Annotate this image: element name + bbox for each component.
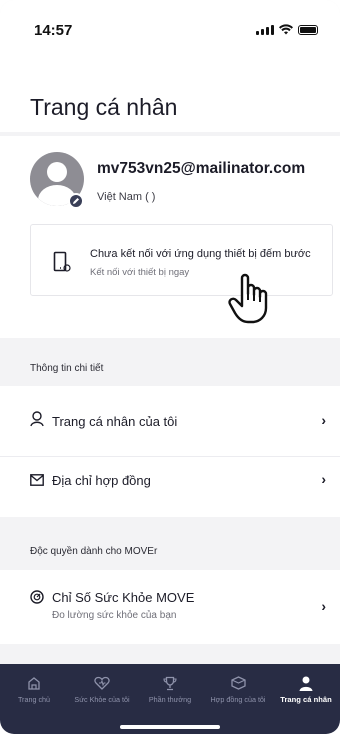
- details-section-label: Thông tin chi tiết: [30, 363, 104, 374]
- row-sublabel: Đo lường sức khỏe của bạn: [52, 610, 177, 621]
- tab-rewards[interactable]: Phần thưởng: [136, 674, 204, 704]
- person-icon: [30, 411, 44, 427]
- status-time: 14:57: [34, 22, 73, 39]
- edit-avatar-icon[interactable]: [68, 193, 84, 209]
- tab-label: Sức Khỏe của tôi: [74, 695, 130, 704]
- tab-label: Trang chủ: [17, 695, 51, 704]
- connect-subtitle: Kết nối với thiết bị ngay: [90, 267, 190, 278]
- status-icons: [256, 24, 318, 35]
- profile-country: Việt Nam ( ): [97, 191, 156, 203]
- user-icon: [299, 676, 313, 691]
- tab-profile[interactable]: Trang cá nhân: [272, 674, 340, 704]
- chevron-right-icon: ›: [321, 598, 326, 614]
- mail-icon: [30, 474, 44, 486]
- profile-card: mv753vn25@mailinator.com Việt Nam ( ) Ch…: [0, 136, 340, 338]
- status-bar: 14:57: [0, 0, 340, 58]
- row-my-profile[interactable]: Trang cá nhân của tôi ›: [0, 386, 340, 456]
- row-label: Chỉ Số Sức Khỏe MOVE: [52, 590, 195, 605]
- tab-label: Phần thưởng: [148, 695, 192, 704]
- tab-my-contracts[interactable]: Hợp đồng của tôi: [204, 674, 272, 704]
- heart-icon: [94, 676, 110, 690]
- row-contract-address[interactable]: Địa chỉ hợp đồng ›: [0, 457, 340, 517]
- box-icon: [230, 676, 246, 690]
- row-label: Trang cá nhân của tôi: [52, 414, 178, 429]
- chevron-right-icon: ›: [321, 471, 326, 487]
- connect-device-card[interactable]: Chưa kết nối với ứng dụng thiết bị đếm b…: [30, 224, 333, 296]
- device-icon: [53, 251, 71, 272]
- signal-icon: [256, 25, 274, 35]
- exclusive-section-label: Độc quyền dành cho MOVEr: [30, 546, 158, 557]
- row-move-health-index[interactable]: Chỉ Số Sức Khỏe MOVE Đo lường sức khỏe c…: [0, 570, 340, 644]
- pointer-hand-icon: [228, 273, 268, 324]
- row-label: Địa chỉ hợp đồng: [52, 473, 151, 488]
- tab-my-health[interactable]: Sức Khỏe của tôi: [68, 674, 136, 704]
- battery-icon: [298, 25, 318, 35]
- chevron-right-icon: ›: [321, 412, 326, 428]
- home-indicator[interactable]: [120, 725, 220, 729]
- profile-email: mv753vn25@mailinator.com: [97, 160, 306, 177]
- page-title: Trang cá nhân: [30, 94, 178, 120]
- trophy-icon: [163, 676, 177, 690]
- home-icon: [28, 677, 40, 690]
- phone-screen: 14:57 Trang cá nhân mv753vn25@mailinator…: [0, 0, 340, 734]
- header: Trang cá nhân: [0, 58, 340, 132]
- connect-title: Chưa kết nối với ứng dụng thiết bị đếm b…: [90, 248, 311, 260]
- tab-label: Hợp đồng của tôi: [210, 695, 266, 704]
- tab-label: Trang cá nhân: [280, 695, 332, 704]
- tab-home[interactable]: Trang chủ: [0, 674, 68, 704]
- gauge-icon: [30, 590, 44, 604]
- wifi-icon: [279, 24, 293, 35]
- tab-bar: Trang chủ Sức Khỏe của tôi Phần thưởng H…: [0, 664, 340, 734]
